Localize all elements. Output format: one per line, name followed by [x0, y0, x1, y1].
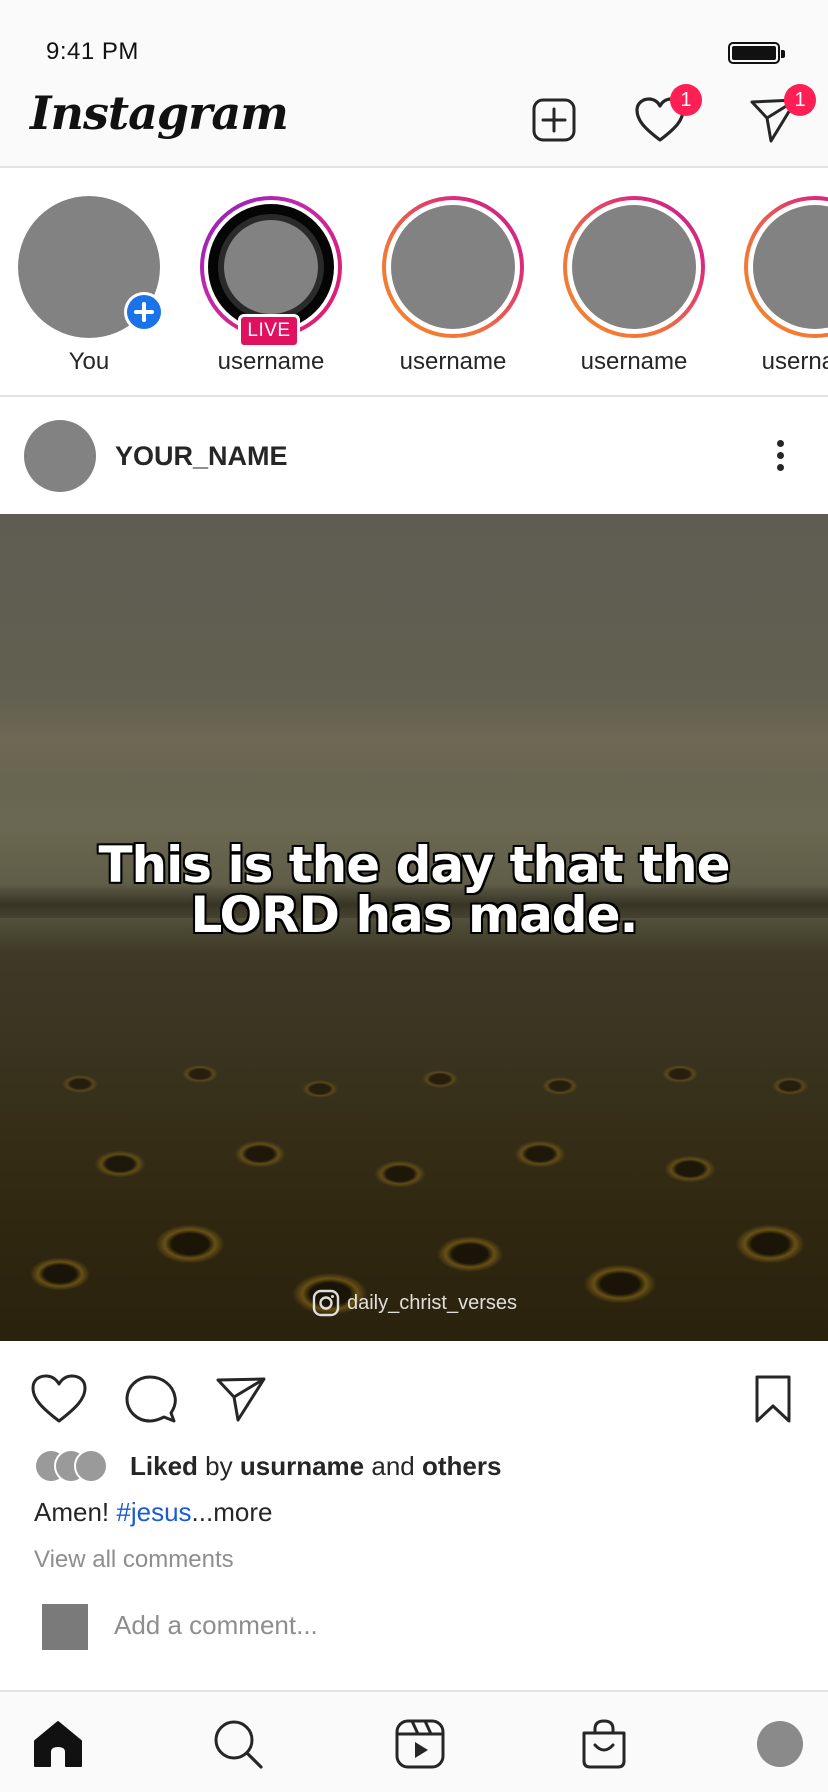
story-label: username [217, 348, 325, 375]
status-time: 9:41 PM [46, 38, 139, 65]
story-item[interactable]: username [366, 168, 536, 395]
like-button[interactable] [28, 1371, 90, 1427]
story-avatar [753, 205, 828, 329]
post-author-username[interactable]: YOUR_NAME [115, 441, 288, 472]
instagram-logo[interactable]: Instagram [30, 86, 289, 140]
comment-icon [125, 1375, 177, 1423]
add-comment-row: Add a comment... [0, 1590, 828, 1670]
post-caption: Amen! #jesus...more [34, 1497, 272, 1528]
battery-icon [728, 42, 785, 64]
add-comment-input[interactable]: Add a comment... [114, 1610, 318, 1641]
post-actions [0, 1341, 828, 1441]
plus-icon [134, 302, 154, 322]
likes-and-label: and [371, 1450, 415, 1481]
activity-badge: 1 [670, 84, 702, 116]
bookmark-icon [755, 1375, 791, 1423]
new-post-button[interactable] [526, 92, 582, 148]
add-story-button[interactable] [124, 292, 164, 332]
tab-shop[interactable] [574, 1714, 634, 1774]
story-avatar [391, 205, 515, 329]
messages-badge: 1 [784, 84, 816, 116]
share-icon [216, 1377, 266, 1422]
story-label: You [68, 348, 110, 375]
sunflower-field [0, 914, 828, 1341]
story-label: username [399, 348, 507, 375]
tab-profile[interactable] [750, 1714, 810, 1774]
post-header: YOUR_NAME [0, 397, 828, 514]
tab-search[interactable] [208, 1714, 268, 1774]
watermark-text: daily_christ_verses [346, 1291, 518, 1314]
likes-others[interactable]: others [422, 1451, 501, 1481]
likes-summary[interactable]: Liked by usurname and others [34, 1448, 501, 1484]
home-icon [34, 1721, 82, 1767]
post-image-text-line1: This is the day that the [98, 836, 730, 894]
tab-reels[interactable] [390, 1714, 450, 1774]
likes-user[interactable]: usurname [240, 1451, 364, 1481]
story-live[interactable]: LIVE username [184, 168, 354, 395]
reels-icon [395, 1719, 445, 1769]
bottom-tab-bar [0, 1690, 828, 1792]
tab-home[interactable] [28, 1714, 88, 1774]
story-item[interactable]: username [728, 168, 828, 395]
activity-button[interactable]: 1 [632, 84, 702, 148]
story-avatar [224, 220, 318, 314]
like-icon [31, 1374, 87, 1423]
story-own[interactable]: You [2, 168, 172, 395]
status-bar: 9:41 PM [0, 0, 828, 80]
instagram-glyph-icon [312, 1289, 340, 1317]
caption-more-link[interactable]: ...more [192, 1497, 273, 1527]
direct-messages-button[interactable]: 1 [746, 84, 816, 148]
more-options-button[interactable] [760, 435, 800, 475]
story-label: username [761, 348, 828, 375]
post-author-avatar[interactable] [24, 420, 96, 492]
more-icon [776, 439, 784, 447]
new-post-icon [532, 98, 576, 142]
live-badge: LIVE [238, 314, 300, 348]
top-header: Instagram 1 1 [0, 80, 828, 168]
share-button[interactable] [210, 1371, 272, 1427]
save-button[interactable] [742, 1371, 804, 1427]
story-label: username [580, 348, 688, 375]
comment-button[interactable] [120, 1371, 182, 1427]
story-avatar [572, 205, 696, 329]
likes-by-label: by [205, 1450, 233, 1481]
commenter-avatar [42, 1604, 88, 1650]
caption-hashtag[interactable]: #jesus [116, 1497, 191, 1527]
view-all-comments-link[interactable]: View all comments [34, 1546, 234, 1574]
stories-tray: You LIVE username username username user… [0, 168, 828, 397]
image-watermark: daily_christ_verses [0, 1288, 828, 1318]
post-image-text-line2: LORD has made. [190, 886, 638, 944]
search-icon [214, 1720, 263, 1769]
likes-text: Liked by usurname and others [130, 1451, 501, 1482]
shop-icon [582, 1719, 626, 1769]
likes-liked-label: Liked [130, 1450, 198, 1481]
post-image-text: This is the day that the LORD has made. [60, 840, 768, 940]
story-item[interactable]: username [547, 168, 717, 395]
caption-text: Amen! [34, 1497, 110, 1527]
profile-avatar [757, 1721, 803, 1767]
post-image[interactable]: This is the day that the LORD has made. … [0, 514, 828, 1341]
liker-avatar [74, 1449, 108, 1483]
